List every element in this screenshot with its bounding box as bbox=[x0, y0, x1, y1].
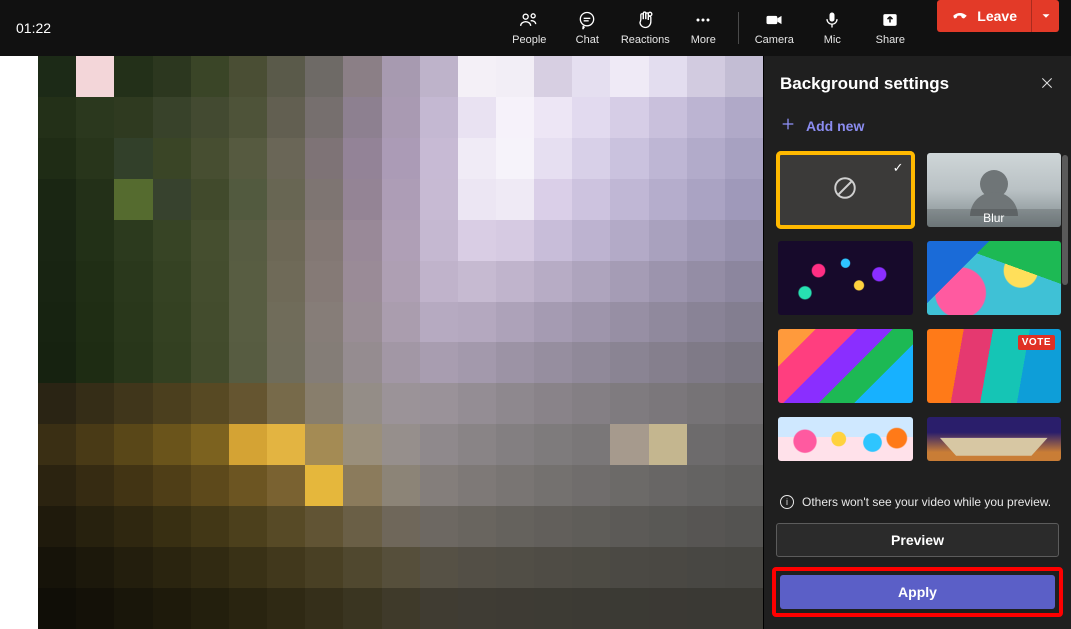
camera-label: Camera bbox=[755, 34, 794, 46]
add-new-label: Add new bbox=[806, 118, 864, 134]
preview-info: i Others won't see your video while you … bbox=[764, 487, 1071, 519]
add-new-button[interactable]: Add new bbox=[764, 102, 1071, 149]
check-icon: ✓ bbox=[893, 160, 904, 176]
call-timer: 01:22 bbox=[16, 20, 51, 36]
share-icon bbox=[880, 10, 900, 30]
leave-button[interactable]: Leave bbox=[937, 0, 1059, 32]
chat-label: Chat bbox=[576, 34, 599, 46]
share-label: Share bbox=[876, 34, 905, 46]
leave-label: Leave bbox=[977, 8, 1017, 24]
more-button[interactable]: More bbox=[674, 0, 732, 56]
apply-label: Apply bbox=[898, 584, 937, 600]
people-button[interactable]: People bbox=[500, 0, 558, 56]
background-tile-4[interactable] bbox=[927, 241, 1062, 315]
leave-dropdown[interactable] bbox=[1031, 0, 1059, 32]
backgrounds-scroll: ✓ Blur VOTE bbox=[764, 149, 1071, 486]
preview-label: Preview bbox=[891, 532, 944, 548]
background-tile-none[interactable]: ✓ bbox=[778, 153, 913, 227]
none-icon bbox=[832, 175, 858, 206]
mic-icon bbox=[822, 10, 842, 30]
background-tile-8[interactable] bbox=[927, 417, 1062, 461]
background-tile-3[interactable] bbox=[778, 241, 913, 315]
avatar-icon bbox=[980, 170, 1008, 198]
mic-button[interactable]: Mic bbox=[803, 0, 861, 56]
topbar-actions: People Chat Reactions bbox=[500, 0, 1059, 56]
meeting-topbar: 01:22 People Chat bbox=[0, 0, 1071, 56]
chat-button[interactable]: Chat bbox=[558, 0, 616, 56]
people-icon bbox=[519, 10, 539, 30]
hand-icon bbox=[635, 10, 655, 30]
video-preview: // This inline script only builds decora… bbox=[0, 56, 763, 629]
chat-icon bbox=[577, 10, 597, 30]
background-tile-5[interactable] bbox=[778, 329, 913, 403]
mic-label: Mic bbox=[824, 34, 841, 46]
more-label: More bbox=[691, 34, 716, 46]
camera-icon bbox=[764, 10, 784, 30]
vote-badge: VOTE bbox=[1018, 335, 1055, 350]
preview-info-text: Others won't see your video while you pr… bbox=[802, 495, 1051, 509]
background-tile-blur[interactable]: Blur bbox=[927, 153, 1062, 227]
reactions-label: Reactions bbox=[621, 34, 670, 46]
people-label: People bbox=[512, 34, 546, 46]
preview-button[interactable]: Preview bbox=[776, 523, 1059, 557]
scrollbar-thumb[interactable] bbox=[1062, 155, 1068, 285]
panel-footer: i Others won't see your video while you … bbox=[764, 486, 1071, 629]
hangup-icon bbox=[951, 6, 969, 27]
panel-title: Background settings bbox=[780, 74, 949, 94]
background-settings-panel: Background settings Add new bbox=[763, 56, 1071, 629]
blur-label: Blur bbox=[927, 209, 1062, 227]
info-icon: i bbox=[780, 495, 794, 509]
apply-button[interactable]: Apply bbox=[780, 575, 1055, 609]
content-area: // This inline script only builds decora… bbox=[0, 56, 1071, 629]
more-icon bbox=[693, 10, 713, 30]
topbar-separator bbox=[738, 12, 739, 44]
share-button[interactable]: Share bbox=[861, 0, 919, 56]
apply-highlight: Apply bbox=[772, 567, 1063, 617]
close-panel-button[interactable] bbox=[1039, 75, 1055, 94]
background-tile-6[interactable]: VOTE bbox=[927, 329, 1062, 403]
plus-icon bbox=[780, 116, 796, 135]
camera-button[interactable]: Camera bbox=[745, 0, 803, 56]
reactions-button[interactable]: Reactions bbox=[616, 0, 674, 56]
background-tile-7[interactable] bbox=[778, 417, 913, 461]
